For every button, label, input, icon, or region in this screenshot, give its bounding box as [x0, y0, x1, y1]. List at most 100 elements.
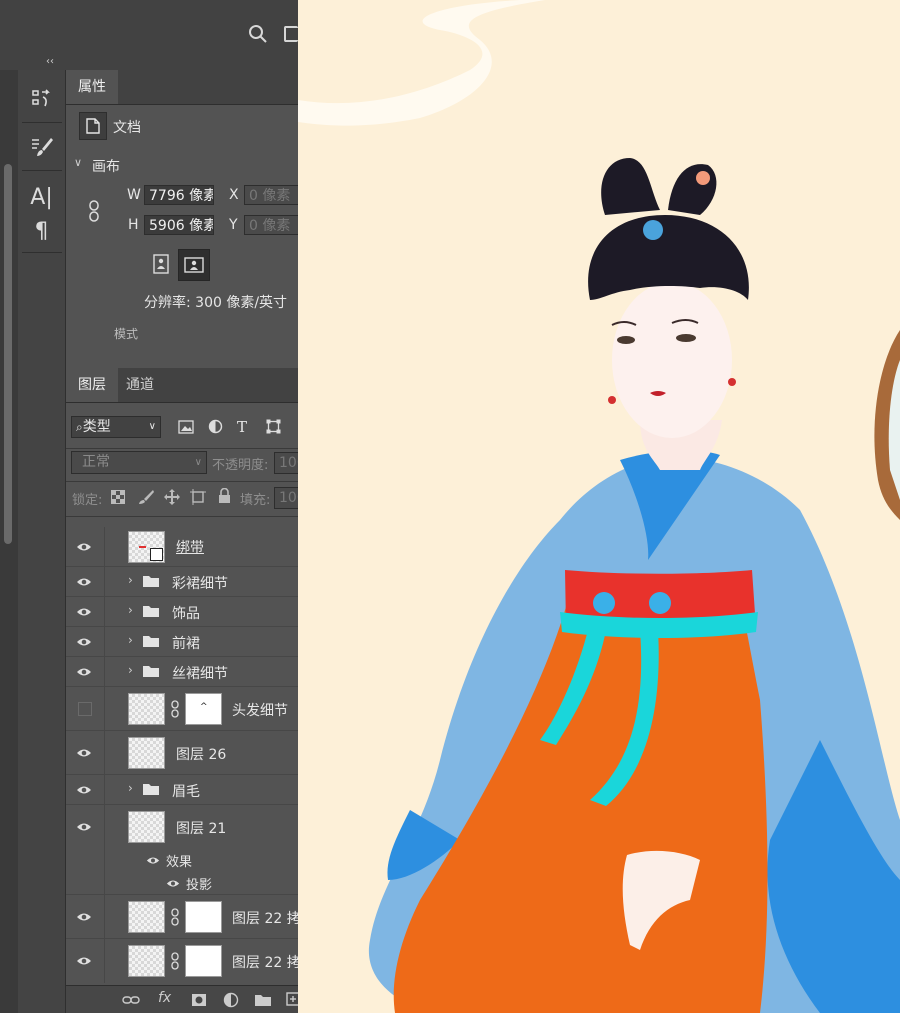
landscape-orientation-icon[interactable] [178, 249, 210, 281]
folder-icon [143, 666, 159, 677]
layer-name: 绑带 [176, 540, 204, 556]
layer-group-row[interactable]: › 彩裙细节 [66, 567, 298, 597]
new-layer-icon[interactable] [286, 992, 298, 1006]
y-field[interactable]: 0 像素 [244, 215, 298, 235]
history-icon[interactable] [18, 82, 65, 116]
chevron-down-icon[interactable]: ∨ [74, 156, 82, 169]
resolution-text: 分辨率: 300 像素/英寸 [144, 295, 288, 311]
type-filter-icon[interactable]: T [237, 418, 247, 436]
layer-row[interactable]: 图层 21 [66, 805, 298, 849]
chevron-right-icon[interactable]: › [128, 663, 133, 677]
layer-row[interactable]: ^ 头发细节 [66, 687, 298, 731]
mode-label: 模式 [114, 327, 139, 341]
fx-icon[interactable]: fx [158, 990, 171, 1006]
eye-icon[interactable] [76, 912, 92, 922]
lock-all-icon[interactable] [218, 488, 231, 504]
sash-flower-left [593, 592, 615, 614]
eye-icon[interactable] [76, 748, 92, 758]
eye-icon[interactable] [76, 607, 92, 617]
hair-flower [696, 171, 710, 185]
layer-name: 图层 26 [176, 747, 227, 763]
link-icon[interactable] [170, 952, 180, 970]
layer-name: 图层 22 拷 [232, 955, 298, 971]
layer-row[interactable]: 图层 26 [66, 731, 298, 775]
tab-properties[interactable]: 属性 [66, 70, 118, 104]
add-mask-icon[interactable] [191, 993, 207, 1007]
adjustment-filter-icon[interactable] [208, 419, 223, 434]
eye-icon[interactable] [76, 667, 92, 677]
opacity-field[interactable]: 100 [274, 452, 298, 474]
tab-channels[interactable]: 通道 [114, 368, 166, 402]
collapse-icon[interactable]: ‹‹ [46, 56, 54, 67]
folder-icon [143, 576, 159, 587]
layer-row[interactable]: 绑带 [66, 527, 298, 567]
tab-layers[interactable]: 图层 [66, 368, 118, 402]
pixel-filter-icon[interactable] [178, 420, 194, 434]
filter-value: 类型 [82, 419, 111, 435]
shape-filter-icon[interactable] [266, 419, 281, 434]
adjustment-layer-icon[interactable] [223, 992, 239, 1008]
artwork-canvas[interactable] [298, 0, 900, 1013]
layer-group-row[interactable]: › 眉毛 [66, 775, 298, 805]
scrollbar-thumb[interactable] [4, 164, 12, 544]
effects-row[interactable]: 效果 [66, 849, 298, 872]
layer-thumbnail [128, 693, 165, 725]
link-icon[interactable] [170, 908, 180, 926]
portrait-orientation-icon[interactable] [148, 251, 174, 277]
layer-name: 丝裙细节 [172, 666, 228, 682]
eye-icon[interactable] [76, 637, 92, 647]
chevron-right-icon[interactable]: › [128, 573, 133, 587]
paragraph-icon[interactable]: ¶ [18, 216, 65, 246]
layer-filter-select[interactable]: ⌕类型 ∨ [71, 416, 161, 438]
left-eye [617, 336, 635, 344]
layer-thumbnail [128, 811, 165, 843]
eye-icon[interactable] [76, 542, 92, 552]
layers-tab-row: 图层 通道 [66, 368, 298, 403]
eye-icon[interactable] [76, 956, 92, 966]
eye-icon[interactable] [76, 577, 92, 587]
width-field[interactable]: 7796 像素 [144, 185, 214, 205]
height-field[interactable]: 5906 像素 [144, 215, 214, 235]
effect-row[interactable]: 投影 [66, 872, 298, 895]
layer-row[interactable]: 图层 22 拷 [66, 895, 298, 939]
link-layers-icon[interactable] [122, 995, 140, 1005]
eye-icon[interactable] [76, 822, 92, 832]
brush-settings-icon[interactable] [18, 130, 65, 164]
layer-name: 眉毛 [172, 784, 200, 800]
top-toolbar [0, 0, 298, 71]
folder-icon [143, 784, 159, 795]
layer-group-row[interactable]: › 丝裙细节 [66, 657, 298, 687]
layer-group-row[interactable]: › 前裙 [66, 627, 298, 657]
eye-icon[interactable] [76, 785, 92, 795]
eye-icon[interactable] [166, 879, 180, 888]
document-icon[interactable] [79, 112, 107, 140]
layer-row[interactable]: 图层 22 拷 [66, 939, 298, 983]
layer-group-row[interactable]: › 饰品 [66, 597, 298, 627]
link-chain-icon[interactable] [87, 200, 101, 222]
layer-mask-thumbnail[interactable]: ^ [185, 693, 222, 725]
fill-field[interactable]: 100 [274, 487, 298, 509]
chevron-right-icon[interactable]: › [128, 633, 133, 647]
search-icon[interactable] [248, 24, 268, 44]
visibility-toggle-off[interactable] [78, 701, 92, 716]
layer-mask-thumbnail[interactable] [185, 945, 222, 977]
lock-transparent-icon[interactable] [111, 490, 125, 504]
lock-artboard-icon[interactable] [190, 489, 206, 505]
blend-mode-select[interactable]: 正常 ∨ [71, 451, 207, 474]
chevron-right-icon[interactable]: › [128, 603, 133, 617]
sash-flower-right [649, 592, 671, 614]
chevron-right-icon[interactable]: › [128, 781, 133, 795]
lock-pixels-icon[interactable] [138, 489, 154, 505]
lock-position-icon[interactable] [164, 489, 180, 505]
width-label: W [127, 187, 141, 203]
layer-mask-thumbnail[interactable] [185, 901, 222, 933]
link-icon[interactable] [170, 700, 180, 718]
x-field[interactable]: 0 像素 [244, 185, 298, 205]
new-group-icon[interactable] [254, 993, 272, 1007]
workspace-icon[interactable] [284, 26, 298, 42]
blend-mode-value: 正常 [82, 454, 110, 470]
character-icon[interactable]: A| [18, 180, 65, 214]
eye-icon[interactable] [146, 856, 160, 865]
chevron-down-icon: ∨ [194, 457, 202, 468]
main-panels: 属性 文档 ∨ 画布 W 7796 像素 X 0 像素 H 5906 像素 Y … [66, 70, 298, 1013]
